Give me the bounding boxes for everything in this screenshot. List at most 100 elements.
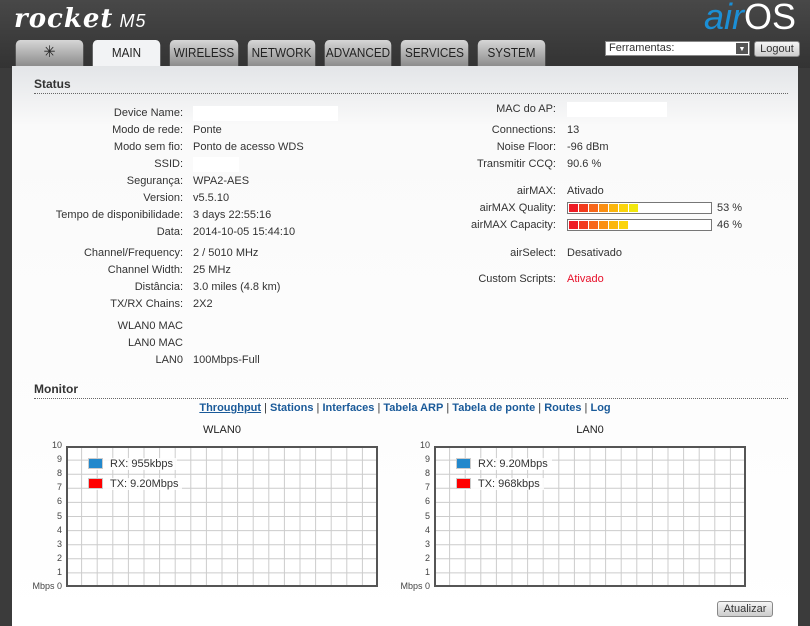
status-value: Ativado: [567, 184, 604, 199]
logout-button[interactable]: Logout: [754, 41, 800, 57]
status-row: Custom Scripts: Ativado: [12, 272, 810, 287]
refresh-button[interactable]: Atualizar: [717, 601, 773, 617]
bar-segment: [619, 221, 628, 229]
bar-segment: [589, 204, 598, 212]
status-row: Connections: 13: [12, 123, 810, 138]
status-value: [567, 102, 667, 117]
y-tick-label: 1: [424, 566, 430, 577]
y-tick-label: 8: [424, 468, 430, 479]
y-axis-label: Mbps: [400, 581, 423, 591]
tools-select[interactable]: Ferramentas: ▼: [605, 41, 750, 56]
legend-item: RX: 955kbps: [88, 458, 177, 470]
y-tick-label: 1: [56, 566, 62, 577]
bar-segment: [619, 204, 628, 212]
status-value: Desativado: [567, 246, 622, 261]
monitor-link-stations[interactable]: Stations: [270, 402, 313, 414]
legend-swatch: [88, 478, 103, 489]
status-row: LAN0 100Mbps-Full: [12, 353, 612, 368]
brand-air: air: [703, 0, 744, 37]
status-row: TX/RX Chains: 2X2: [12, 297, 612, 312]
monitor-link-interfaces[interactable]: Interfaces: [322, 402, 374, 414]
y-tick-label: 10: [419, 440, 430, 450]
status-label: Connections:: [491, 124, 556, 136]
chart-title: LAN0: [576, 424, 604, 436]
y-tick-label: 8: [56, 468, 62, 479]
tab-network[interactable]: NETWORK: [247, 40, 316, 66]
legend-label: TX: 9.20Mbps: [110, 478, 179, 490]
status-value: 100Mbps-Full: [193, 353, 260, 368]
monitor-link-tabela-arp[interactable]: Tabela ARP: [383, 402, 443, 414]
status-value-text: 90.6 %: [567, 158, 602, 170]
model-name: M5: [119, 11, 147, 31]
chevron-down-icon: ▼: [736, 43, 748, 54]
status-row: airMAX: Ativado: [12, 184, 810, 199]
y-tick-label: 3: [424, 538, 430, 549]
y-tick-label: 5: [424, 510, 430, 521]
y-tick-label: 7: [56, 482, 62, 493]
y-tick-label: 4: [56, 524, 62, 535]
monitor-link-routes[interactable]: Routes: [544, 402, 581, 414]
tab-main[interactable]: MAIN: [92, 40, 161, 68]
status-value: Ativado: [567, 272, 604, 287]
bar-segment: [569, 221, 578, 229]
y-tick-label: 6: [424, 496, 430, 507]
tab-advanced[interactable]: ADVANCED: [324, 40, 392, 66]
percent-text: 53 %: [717, 202, 743, 214]
legend-swatch: [456, 458, 471, 469]
status-heading: Status: [34, 77, 788, 94]
status-label: TX/RX Chains:: [110, 298, 183, 310]
status-row: Noise Floor: -96 dBm: [12, 140, 810, 155]
bar-segment: [609, 221, 618, 229]
status-value-text: -96 dBm: [567, 141, 609, 153]
legend-item: RX: 9.20Mbps: [456, 458, 552, 470]
y-tick-label: 3: [56, 538, 62, 549]
y-tick-label: 2: [424, 552, 430, 563]
status-row: WLAN0 MAC: [12, 319, 612, 334]
y-tick-label: 10: [51, 440, 62, 450]
status-label: LAN0: [155, 354, 183, 366]
legend-label: TX: 968kbps: [478, 478, 540, 490]
tab-wireless[interactable]: WIRELESS: [169, 40, 239, 66]
bar-segment: [599, 204, 608, 212]
status-value: 2X2: [193, 297, 213, 312]
y-tick-label: Mbps 0: [22, 581, 62, 591]
status-label: airSelect:: [510, 247, 556, 259]
monitor-heading: Monitor: [34, 382, 788, 399]
airos-logo: airOS: [704, 0, 796, 38]
tools-select-value: Ferramentas:: [609, 42, 675, 54]
monitor-link-throughput[interactable]: Throughput: [199, 402, 261, 414]
tab-ubnt-logo[interactable]: ✳: [15, 40, 84, 66]
status-value: -96 dBm: [567, 140, 609, 155]
ubiquiti-logo-icon: ✳: [43, 44, 56, 61]
y-tick-label: 9: [56, 454, 62, 465]
product-name: rocket: [14, 4, 114, 34]
bar-segment: [609, 204, 618, 212]
legend-swatch: [456, 478, 471, 489]
legend-item: TX: 9.20Mbps: [88, 478, 183, 490]
monitor-nav: Throughput | Stations | Interfaces | Tab…: [199, 402, 611, 414]
tab-services[interactable]: SERVICES: [400, 40, 469, 66]
legend-label: RX: 955kbps: [110, 458, 173, 470]
y-tick-label: 2: [56, 552, 62, 563]
status-value-text: 2X2: [193, 298, 213, 310]
brand-os: OS: [743, 0, 796, 37]
status-label: airMAX Capacity:: [471, 219, 556, 231]
status-value-text: Ativado: [567, 273, 604, 285]
status-label: WLAN0 MAC: [117, 320, 183, 332]
tab-system[interactable]: SYSTEM: [477, 40, 546, 66]
status-value-text: Ativado: [567, 185, 604, 197]
status-row: Transmitir CCQ: 90.6 %: [12, 157, 810, 172]
y-tick-label: 9: [424, 454, 430, 465]
status-row: MAC do AP:: [12, 102, 810, 117]
legend-label: RX: 9.20Mbps: [478, 458, 548, 470]
chart-title: WLAN0: [203, 424, 241, 436]
y-tick-label: 6: [56, 496, 62, 507]
redacted-field: [567, 102, 667, 117]
monitor-link-log[interactable]: Log: [590, 402, 610, 414]
status-row: airSelect: Desativado: [12, 246, 810, 261]
y-tick-label: 5: [56, 510, 62, 521]
y-tick-label: 7: [424, 482, 430, 493]
status-value-text: Desativado: [567, 247, 623, 259]
status-row: airMAX Capacity: 46 %: [12, 218, 810, 233]
monitor-link-tabela-de-ponte[interactable]: Tabela de ponte: [452, 402, 535, 414]
